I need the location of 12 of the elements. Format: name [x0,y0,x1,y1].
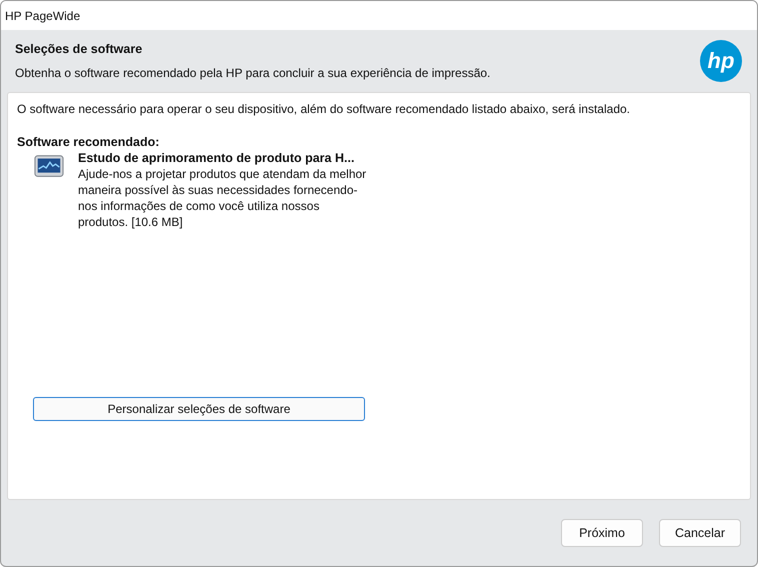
logo: hp [700,40,742,82]
page-subtitle: Obtenha o software recomendado pela HP para concluir a sua experiência de impressão. [15,66,490,80]
software-description: Ajude-nos a projetar produtos que atendam da melhor maneira possível às suas necessidades fornecendo-nos informações de como você utiliza nossos produtos. [10.6 MB] [78,166,368,230]
intro-text: O software necessário para operar o seu dispositivo, além do software recomendado listado abaixo, será instalado. [17,102,632,116]
next-button[interactable]: Próximo [561,519,643,547]
software-title: Estudo de aprimoramento de produto para H... [78,151,356,165]
page-title: Seleções de software [15,42,144,56]
customize-button[interactable]: Personalizar seleções de software [33,397,365,421]
cancel-button[interactable]: Cancelar [659,519,741,547]
monitor-chart-icon [34,154,64,180]
window-title: HP PageWide [5,8,80,22]
section-title: Software recomendado: [17,135,160,149]
